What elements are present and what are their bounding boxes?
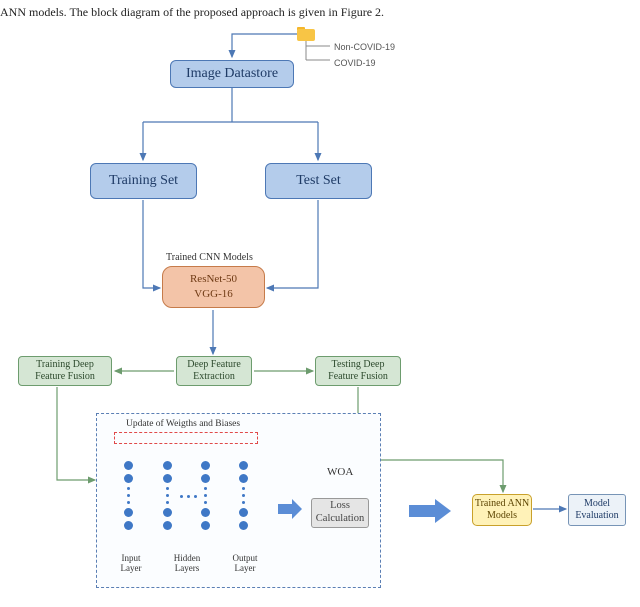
hidden-ellipsis [180,495,197,498]
nn-node [163,508,172,517]
nn-node [239,474,248,483]
training-set-box: Training Set [90,163,197,199]
deep-feat-l2: Extraction [193,371,235,383]
nn-node [239,521,248,530]
trained-ann-l2: Models [487,510,517,522]
arrow-nn-to-loss [276,498,304,525]
nn-node [163,521,172,530]
trained-ann-models-box: Trained ANN Models [472,494,532,526]
hidden-l1: Hidden [174,553,201,563]
nn-dot [127,494,130,497]
output-layer-label: Output Layer [228,553,262,573]
nn-dot [166,494,169,497]
nn-node [239,461,248,470]
vgg-label: VGG-16 [194,287,233,302]
cnn-models-box: ResNet-50 VGG-16 [162,266,265,308]
nn-dot [204,501,207,504]
nn-dot [204,494,207,497]
test-set-label: Test Set [296,173,341,189]
nn-output-layer [239,461,248,530]
nn-node [124,461,133,470]
nn-node [239,508,248,517]
input-l2: Layer [121,563,142,573]
training-fusion-l1: Training Deep [36,359,94,371]
hidden-layers-label: Hidden Layers [166,553,208,573]
woa-label: WOA [327,466,353,478]
testing-fusion-l1: Testing Deep [332,359,385,371]
model-eval-l1: Model [584,498,610,510]
nn-node [124,521,133,530]
testing-fusion-l2: Feature Fusion [328,371,388,383]
class-label-non-covid: Non-COVID-19 [334,42,395,52]
model-evaluation-box: Model Evaluation [568,494,626,526]
nn-hidden-layer-2 [201,461,210,530]
nn-hidden-layer-1 [163,461,172,530]
update-weights-label: Update of Weigths and Biases [126,419,240,429]
nn-dot [242,494,245,497]
nn-dot [166,501,169,504]
test-set-box: Test Set [265,163,372,199]
training-fusion-box: Training Deep Feature Fusion [18,356,112,386]
training-fusion-l2: Feature Fusion [35,371,95,383]
nn-input-layer [124,461,133,530]
output-l1: Output [232,553,257,563]
folder-icon [297,27,315,41]
nn-node [124,474,133,483]
testing-fusion-box: Testing Deep Feature Fusion [315,356,401,386]
class-label-covid: COVID-19 [334,58,376,68]
input-l1: Input [122,553,141,563]
nn-dot [127,501,130,504]
training-set-label: Training Set [109,173,178,189]
caption-text: ANN models. The block diagram of the pro… [0,5,384,20]
loss-calculation-box: Loss Calculation [311,498,369,528]
weights-biases-box [114,432,258,444]
loss-l1: Loss [330,500,350,513]
nn-node [163,461,172,470]
nn-node [201,521,210,530]
image-datastore-box: Image Datastore [170,60,294,88]
nn-node [201,461,210,470]
model-eval-l2: Evaluation [575,510,618,522]
output-l2: Layer [235,563,256,573]
nn-dot [127,487,130,490]
nn-node [124,508,133,517]
cnn-models-title: Trained CNN Models [166,252,253,263]
hidden-l2: Layers [175,563,200,573]
nn-dot [204,487,207,490]
nn-node [201,508,210,517]
nn-node [201,474,210,483]
image-datastore-label: Image Datastore [186,66,278,82]
trained-ann-l1: Trained ANN [475,498,529,510]
nn-dot [166,487,169,490]
resnet-label: ResNet-50 [190,272,237,287]
deep-feature-extraction-box: Deep Feature Extraction [176,356,252,386]
nn-node [163,474,172,483]
loss-l2: Calculation [316,513,364,526]
input-layer-label: Input Layer [117,553,145,573]
deep-feat-l1: Deep Feature [187,359,241,371]
arrow-to-trained-ann [407,498,453,529]
nn-dot [242,487,245,490]
nn-dot [242,501,245,504]
